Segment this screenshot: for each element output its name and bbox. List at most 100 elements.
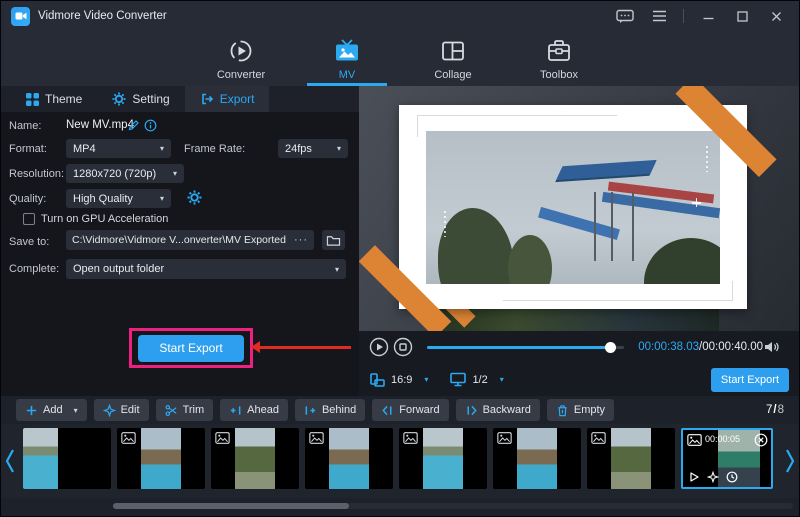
gpu-acceleration-checkbox[interactable] (23, 213, 35, 225)
backward-button[interactable]: Backward (456, 399, 540, 421)
preview-clip-icon[interactable] (688, 471, 700, 483)
slide-roof (556, 160, 657, 180)
caret-down-icon: ▾ (335, 265, 339, 274)
annotation-arrow (260, 346, 351, 349)
resolution-select[interactable]: 1280x720 (720p) ▾ (66, 164, 184, 183)
menu-icon[interactable] (646, 5, 672, 27)
timeline-clip-selected[interactable]: 00:00:05 (681, 428, 773, 489)
timeline-clip-3[interactable] (211, 428, 299, 489)
duration-clock-icon[interactable] (726, 471, 738, 483)
clip-counter: 7/8 (766, 404, 784, 416)
clip-thumbnail (517, 428, 557, 489)
scroll-right-chevron-icon[interactable] (784, 448, 796, 474)
aspect-ratio-value: 16:9 (391, 374, 412, 386)
minimize-button[interactable] (695, 5, 721, 27)
save-path-field[interactable]: C:\Vidmore\Vidmore V...onverter\MV Expor… (66, 230, 314, 250)
tab-collage[interactable]: Collage (416, 31, 490, 86)
trim-button[interactable]: Trim (156, 399, 214, 421)
deco-dashes (444, 211, 446, 237)
aspect-ratio-select[interactable]: 16:9 ▾ (369, 372, 428, 388)
browse-button[interactable]: ··· (288, 234, 308, 246)
slide-tube (538, 207, 620, 240)
page-select[interactable]: 1/2 ▾ (450, 372, 503, 387)
edit-button[interactable]: Edit (94, 399, 149, 421)
caret-down-icon: ▾ (160, 144, 164, 153)
page-indicator: 1/2 (472, 374, 487, 386)
timeline-clip-7[interactable] (587, 428, 675, 489)
image-placeholder-icon (591, 432, 606, 444)
export-panel: Theme Setting Export Name: New MV.mp4 Fo (1, 86, 359, 396)
preview-options: 16:9 ▾ 1/2 ▾ Start Export (359, 363, 799, 396)
titlebar: Vidmore Video Converter (1, 1, 799, 31)
ahead-button[interactable]: Ahead (220, 399, 288, 421)
timeline-clip-1[interactable] (23, 428, 111, 489)
button-label: Forward (399, 404, 439, 416)
frame-rate-select[interactable]: 24fps ▾ (278, 139, 348, 158)
horizontal-scrollbar-track[interactable] (113, 503, 793, 509)
image-placeholder-icon (121, 432, 136, 444)
caret-down-icon: ▾ (337, 144, 341, 153)
complete-select[interactable]: Open output folder ▾ (66, 259, 346, 279)
palm-tree (438, 208, 514, 285)
main-nav: Converter MV Collage Toolbox (1, 31, 799, 86)
scaffold (611, 192, 613, 261)
scroll-left-chevron-icon[interactable] (4, 448, 16, 474)
horizontal-scrollbar-thumb[interactable] (113, 503, 349, 509)
edit-clip-icon[interactable] (707, 471, 719, 483)
open-folder-button[interactable] (322, 230, 345, 250)
empty-button[interactable]: Empty (547, 399, 614, 421)
name-value: New MV.mp4 (66, 119, 134, 131)
tab-label: Collage (434, 69, 471, 81)
timeline-clip-4[interactable] (305, 428, 393, 489)
video-preview (359, 86, 799, 331)
tab-export[interactable]: Export (185, 86, 270, 112)
start-export-button[interactable]: Start Export (138, 335, 244, 362)
rename-pencil-icon[interactable] (127, 119, 140, 132)
image-placeholder-icon (687, 434, 702, 446)
quality-select[interactable]: High Quality ▾ (66, 189, 171, 208)
close-button[interactable] (763, 5, 789, 27)
button-label: Empty (574, 404, 605, 416)
remove-clip-icon[interactable] (754, 433, 768, 447)
converter-icon (228, 38, 254, 64)
format-select[interactable]: MP4 ▾ (66, 139, 171, 158)
image-placeholder-icon (215, 432, 230, 444)
clip-thumbnail (423, 428, 463, 489)
tab-toolbox[interactable]: Toolbox (522, 31, 596, 86)
feedback-icon[interactable] (612, 5, 638, 27)
volume-icon[interactable] (763, 340, 781, 354)
progress-slider[interactable] (427, 341, 624, 353)
tab-theme[interactable]: Theme (11, 86, 97, 112)
stop-button[interactable] (393, 337, 413, 357)
timeline-clip-6[interactable] (493, 428, 581, 489)
forward-button[interactable]: Forward (372, 399, 448, 421)
slider-handle[interactable] (605, 342, 616, 353)
app-logo-icon (11, 7, 30, 26)
tab-mv[interactable]: MV (310, 31, 384, 86)
highlight-box: Start Export (129, 328, 253, 368)
tab-converter[interactable]: Converter (204, 31, 278, 86)
bottom-bar (1, 498, 799, 517)
tab-label: Theme (45, 92, 82, 106)
deco-plus (692, 198, 701, 207)
clip-tools (688, 471, 738, 483)
clip-thumbnail (329, 428, 369, 489)
button-label: Behind (322, 404, 356, 416)
maximize-button[interactable] (729, 5, 755, 27)
clip-toolbar: Add ▾ Edit Trim Ahead Behind Forward Bac… (1, 396, 799, 424)
info-icon[interactable] (144, 119, 157, 132)
start-export-button-preview[interactable]: Start Export (711, 368, 789, 392)
tab-setting[interactable]: Setting (97, 86, 184, 112)
deco-dashes (706, 146, 708, 172)
deco-line (503, 281, 733, 301)
slider-fill (427, 346, 610, 349)
timeline-clip-2[interactable] (117, 428, 205, 489)
play-button[interactable] (369, 337, 389, 357)
palm-tree (508, 235, 552, 284)
quality-settings-gear-icon[interactable] (187, 190, 202, 205)
caret-down-icon: ▾ (173, 169, 177, 178)
behind-button[interactable]: Behind (295, 399, 365, 421)
playback-controls: 00:00:38.03/00:00:40.00 (359, 331, 799, 363)
timeline-clip-5[interactable] (399, 428, 487, 489)
add-button[interactable]: Add ▾ (16, 399, 87, 421)
